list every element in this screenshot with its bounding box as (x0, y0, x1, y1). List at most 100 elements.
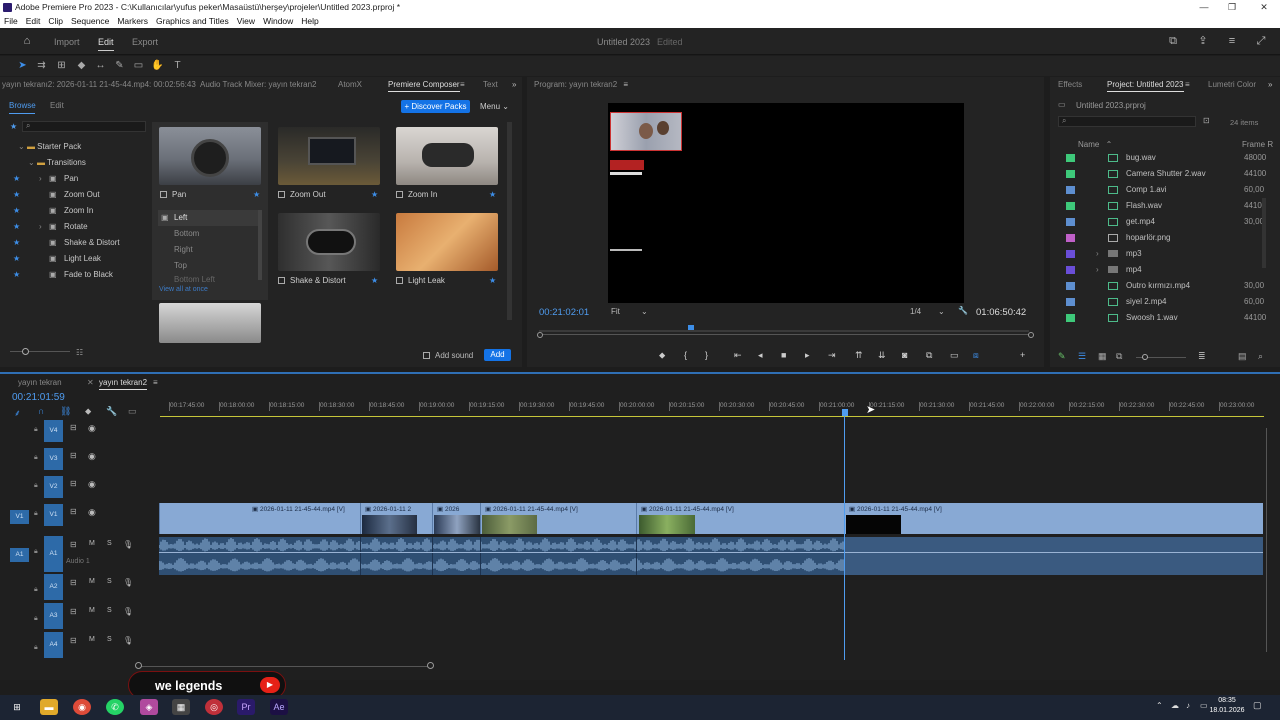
menu-edit[interactable]: Edit (22, 15, 45, 28)
vr-video-icon[interactable]: ⧈ (973, 350, 979, 361)
sync-lock-icon[interactable]: ⊟ (70, 636, 77, 645)
track-select-tool-icon[interactable]: ⇉ (35, 60, 48, 72)
track-target-a1[interactable]: A1 (44, 536, 63, 572)
captions-track-icon[interactable]: ▭ (128, 406, 137, 417)
volume-icon[interactable]: ♪ (1186, 701, 1190, 710)
label-color-swatch[interactable] (1066, 154, 1075, 162)
mute-track-button[interactable]: M (89, 607, 95, 614)
tree-item-zoom-out[interactable]: ★ ▣ Zoom Out (0, 187, 150, 203)
clock-time[interactable]: 08:35 (1212, 697, 1242, 704)
voice-over-mic-icon[interactable]: 🎙︎ (123, 540, 133, 549)
track-target-v4[interactable]: V4 (44, 420, 63, 442)
tree-item-shake[interactable]: ★ ▣ Shake & Distort (0, 235, 150, 251)
mute-track-button[interactable]: M (89, 540, 95, 547)
sync-lock-icon[interactable]: ⊟ (70, 578, 77, 587)
favorite-light-leak-icon[interactable]: ★ (489, 276, 496, 285)
pan-option-top[interactable]: Top (158, 258, 258, 274)
tab-project[interactable]: Project: Untitled 2023 (1107, 77, 1184, 93)
new-bin-icon[interactable]: ⊡ (1203, 116, 1210, 125)
audio-volume-line[interactable] (159, 552, 1263, 553)
comparison-view-icon[interactable]: ⧉ (926, 350, 932, 361)
project-item[interactable]: get.mp4 30,00 (1060, 214, 1274, 230)
scrub-right-handle[interactable] (1028, 332, 1034, 338)
work-area-bar[interactable] (160, 416, 1264, 417)
program-video-frame[interactable] (608, 103, 964, 303)
favorite-shake-icon[interactable]: ★ (371, 276, 378, 285)
project-item[interactable]: mp3 › (1060, 246, 1274, 262)
voice-over-mic-icon[interactable]: 🎙︎ (123, 636, 133, 645)
icon-view-icon[interactable]: ▦ (1098, 351, 1107, 362)
project-item[interactable]: Flash.wav 44100 (1060, 198, 1274, 214)
subtab-browse[interactable]: Browse (9, 101, 36, 110)
track-lock-icon[interactable]: 🔒︎ (34, 482, 38, 490)
label-color-swatch[interactable] (1066, 266, 1075, 274)
voice-over-mic-icon[interactable]: 🎙︎ (123, 607, 133, 616)
minimize-button[interactable]: — (1190, 0, 1218, 15)
premiere-taskbar-icon[interactable]: Pr (237, 699, 255, 715)
voice-over-mic-icon[interactable]: 🎙︎ (123, 578, 133, 587)
h-scroll-left-handle[interactable] (135, 662, 142, 669)
tab-text[interactable]: Text (483, 77, 498, 93)
view-mode-icon[interactable]: ☷ (76, 348, 83, 357)
label-color-swatch[interactable] (1066, 186, 1075, 194)
label-color-swatch[interactable] (1066, 314, 1075, 322)
zoom-out-thumbnail[interactable] (278, 127, 380, 185)
tab-atomx[interactable]: AtomX (338, 77, 362, 93)
snap-icon[interactable]: ∩ (38, 406, 44, 416)
menu-sequence[interactable]: Sequence (67, 15, 113, 28)
project-search-input[interactable]: ⌕ (1058, 116, 1196, 127)
source-patch-v1[interactable]: V1 (10, 510, 29, 524)
safe-margins-icon[interactable]: ▭ (950, 350, 959, 361)
type-tool-icon[interactable]: T (171, 60, 184, 72)
composer-scrollbar[interactable] (507, 122, 512, 320)
timeline-timecode[interactable]: 00:21:01:59 (12, 392, 65, 403)
solo-track-button[interactable]: S (107, 578, 112, 585)
zoom-bar[interactable] (539, 330, 1029, 332)
label-color-swatch[interactable] (1066, 250, 1075, 258)
step-forward-icon[interactable]: ▸ (805, 350, 810, 361)
notifications-icon[interactable]: ▢ (1253, 700, 1262, 711)
project-scrollbar[interactable] (1262, 198, 1266, 268)
tree-item-zoom-in[interactable]: ★ ▣ Zoom In (0, 203, 150, 219)
video-clip-4[interactable]: ▣ 2026-01-11 21-45-44.mp4 [V] (480, 503, 636, 534)
project-menu-icon[interactable]: ≡ (1185, 77, 1190, 93)
program-menu-icon[interactable]: ≡ (623, 80, 628, 89)
project-item[interactable]: Comp 1.avi 60,00 (1060, 182, 1274, 198)
view-all-link[interactable]: View all at once (159, 286, 208, 293)
whatsapp-icon[interactable]: ✆ (106, 699, 124, 715)
freeform-view-icon[interactable]: ⧉ (1116, 351, 1122, 362)
toggle-output-eye-icon[interactable]: ◉ (88, 479, 96, 490)
pan-option-bottom[interactable]: Bottom (158, 226, 258, 242)
pan-option-bottom-left[interactable]: Bottom Left (158, 274, 258, 282)
sync-lock-icon[interactable]: ⊟ (70, 507, 77, 516)
label-color-swatch[interactable] (1066, 298, 1075, 306)
composer-menu-button[interactable]: Menu ⌄ (480, 102, 509, 111)
after-effects-icon[interactable]: Ae (270, 699, 288, 715)
timeline-h-scrollbar[interactable] (138, 666, 433, 667)
toggle-output-eye-icon[interactable]: ◉ (88, 507, 96, 518)
list-view-icon[interactable]: ☰ (1078, 351, 1086, 362)
track-target-v1[interactable]: V1 (44, 504, 63, 526)
settings-wrench-icon[interactable]: 🔧 (958, 306, 968, 315)
new-item-icon[interactable]: ▤ (1238, 351, 1247, 362)
pan-thumbnail[interactable] (159, 127, 261, 185)
export-frame-icon[interactable]: ◙ (902, 350, 907, 360)
source-patch-a1[interactable]: A1 (10, 548, 29, 562)
favorite-zoom-out-icon[interactable]: ★ (371, 190, 378, 199)
menu-help[interactable]: Help (297, 15, 322, 28)
tray-chevron-icon[interactable]: ⌃ (1156, 701, 1163, 710)
zoom-in-thumbnail[interactable] (396, 127, 498, 185)
tab-premiere-composer[interactable]: Premiere Composer (388, 77, 460, 93)
workspace-export[interactable]: Export (132, 37, 158, 47)
label-color-swatch[interactable] (1066, 218, 1075, 226)
solo-track-button[interactable]: S (107, 636, 112, 643)
selection-tool-icon[interactable]: ➤ (16, 60, 29, 72)
sequence-tab-1[interactable]: yayın tekran (18, 375, 62, 391)
ripple-edit-tool-icon[interactable]: ⊞ (55, 60, 68, 72)
project-more-icon[interactable]: » (1268, 77, 1272, 93)
tab-audio-mixer[interactable]: Audio Track Mixer: yayın tekran2 (200, 77, 317, 93)
menu-markers[interactable]: Markers (113, 15, 152, 28)
fade-black-thumbnail[interactable] (159, 303, 261, 343)
project-item[interactable]: Swoosh 1.wav 44100 (1060, 310, 1274, 326)
composer-search-input[interactable]: ⌕ (22, 121, 146, 132)
